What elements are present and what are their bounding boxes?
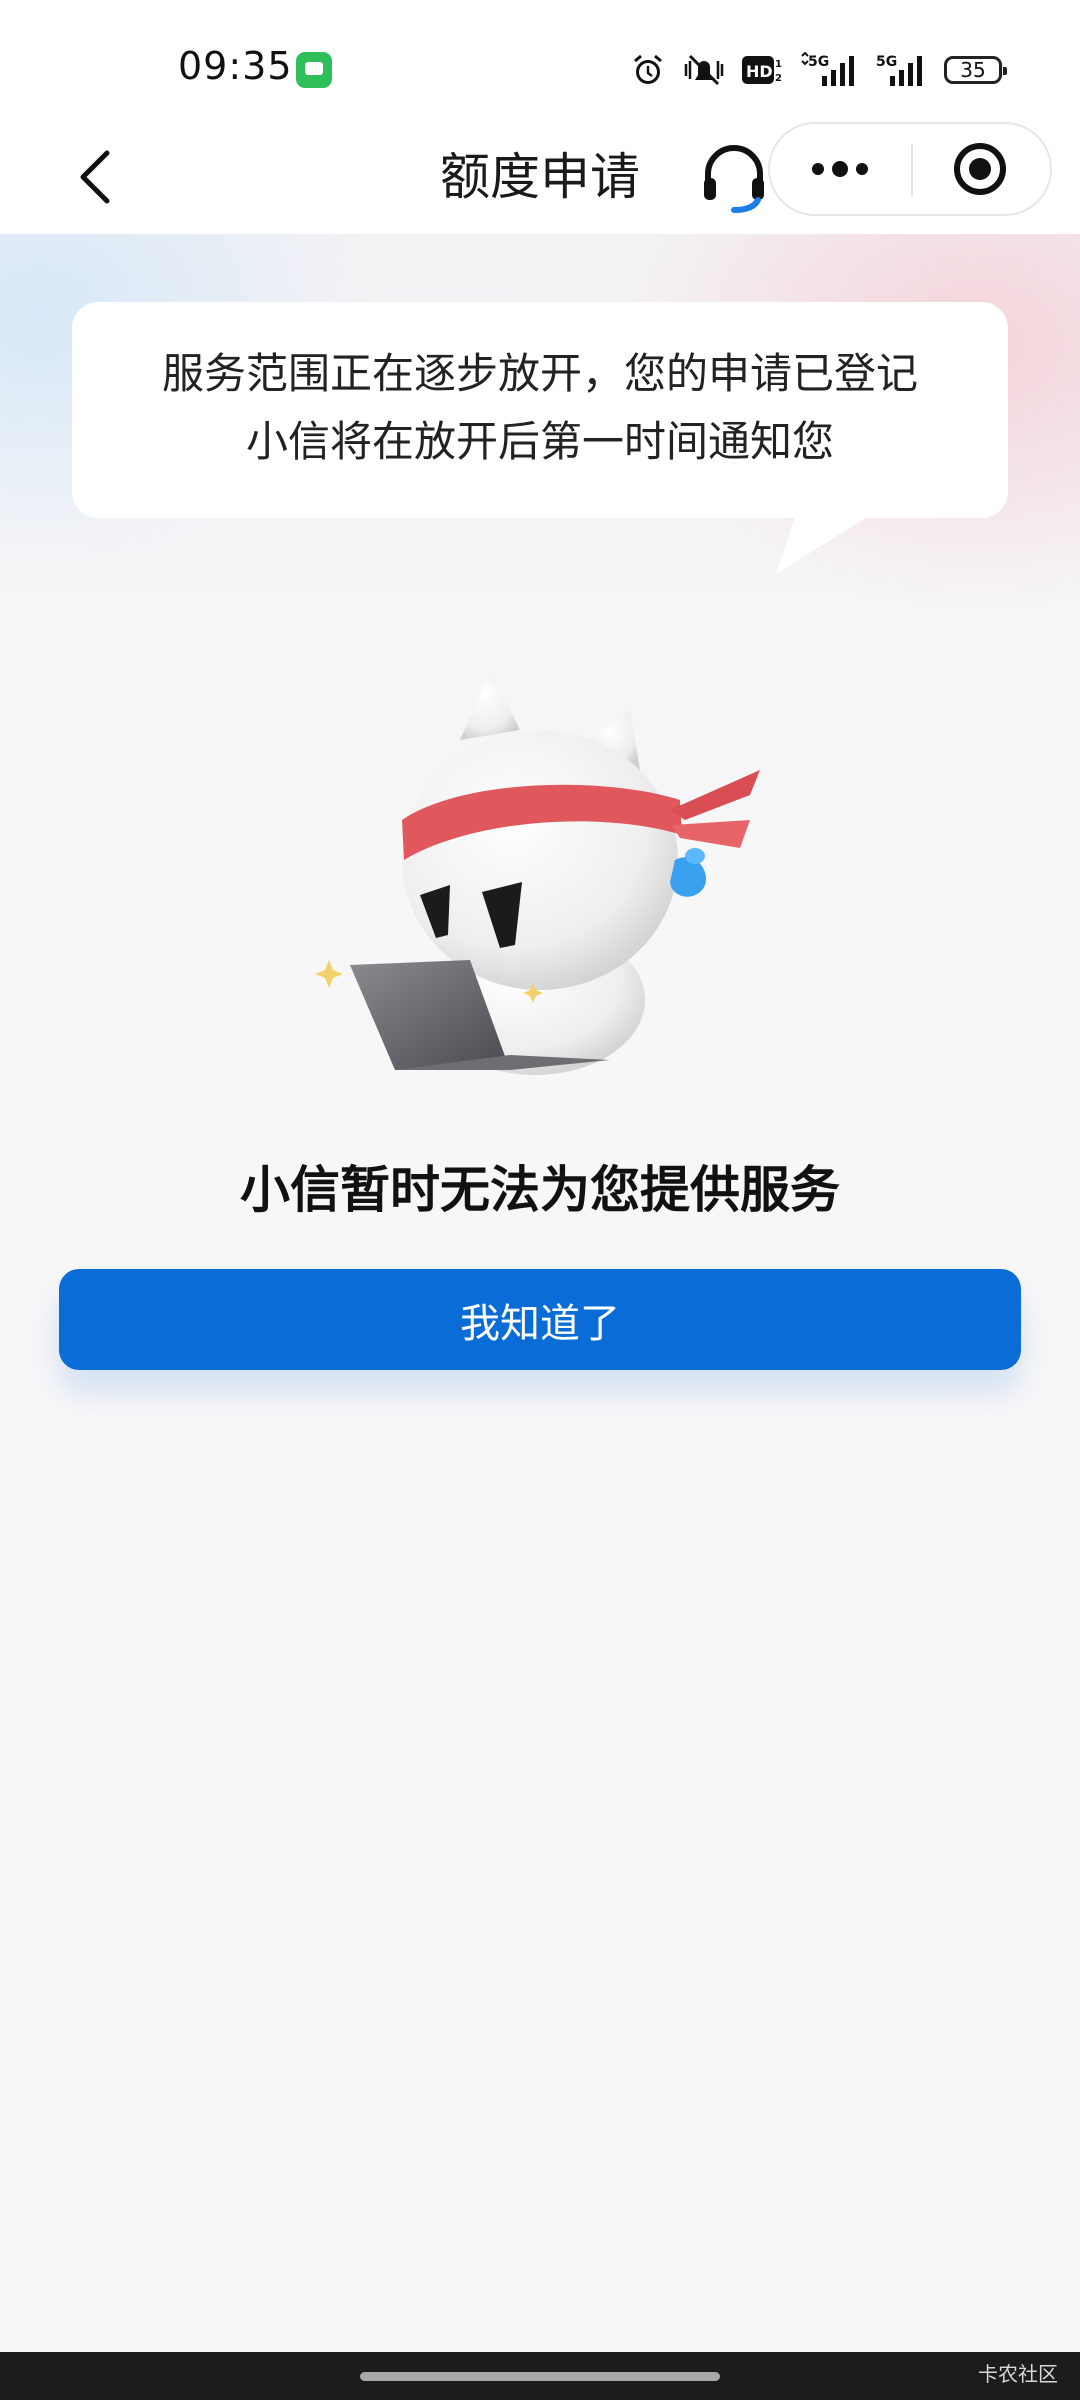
signal-1-label: 5G [808, 54, 829, 70]
hd-icon: HD 1 2 [742, 55, 784, 85]
more-dots-icon [812, 161, 868, 177]
notice-title: 小信暂时无法为您提供服务 [240, 1161, 840, 1219]
chevron-left-icon [80, 150, 110, 204]
svg-text:2: 2 [775, 73, 782, 84]
home-indicator[interactable] [360, 2372, 720, 2381]
sparkle-icon [315, 960, 343, 988]
back-button[interactable] [60, 142, 130, 212]
alarm-icon [630, 52, 666, 88]
speech-bubble: 服务范围正在逐步放开，您的申请已登记 小信将在放开后第一时间通知您 [72, 302, 1008, 518]
signal-2-label: 5G [876, 54, 897, 70]
bubble-line-1: 服务范围正在逐步放开，您的申请已登记 [161, 349, 918, 398]
battery-indicator: 35 [944, 56, 1007, 84]
customer-service-headset-icon[interactable] [698, 142, 770, 214]
sweat-drop-icon [670, 857, 706, 897]
status-time: 09:35 [178, 44, 293, 88]
bubble-line-2: 小信将在放开后第一时间通知您 [245, 417, 834, 466]
watermark: 卡农社区 [978, 2362, 1058, 2386]
close-mini-program-button[interactable] [910, 124, 1050, 214]
mascot-head [402, 730, 678, 990]
svg-text:1: 1 [775, 59, 782, 70]
status-bar: 09:35 HD 1 2 5G 5G 35 [0, 0, 1080, 120]
signal-5g-icon-2: 5G [876, 52, 928, 88]
status-icons: HD 1 2 5G 5G 35 [630, 48, 1007, 92]
mute-vibrate-icon [682, 52, 726, 88]
nav-bar: 额度申请 [0, 120, 1080, 234]
target-circle-icon [954, 143, 1006, 195]
more-options-button[interactable] [770, 124, 910, 214]
mascot-ear-left [460, 670, 520, 740]
message-app-icon [296, 52, 332, 88]
speech-bubble-tail [776, 514, 872, 574]
signal-5g-icon-1: 5G [800, 52, 860, 88]
mini-program-capsule [768, 122, 1052, 216]
mascot-illustration [315, 670, 760, 1075]
acknowledge-button[interactable]: 我知道了 [59, 1269, 1021, 1370]
hd-label: HD [746, 62, 773, 81]
system-navigation-bar: 卡农社区 [0, 2352, 1080, 2400]
